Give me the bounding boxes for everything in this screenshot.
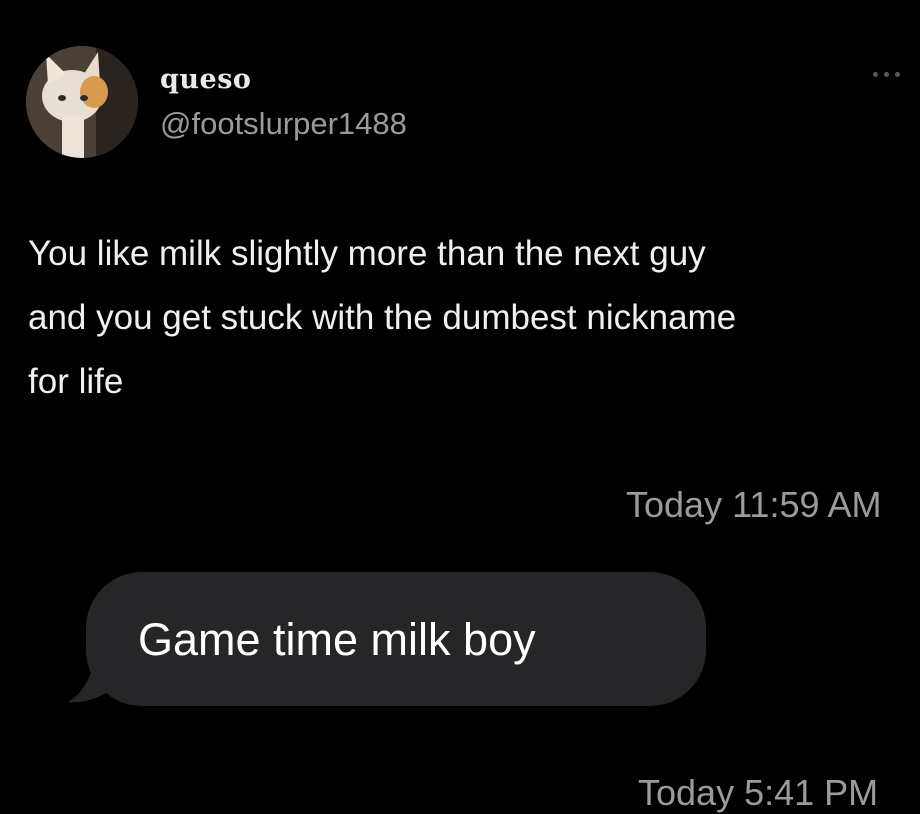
avatar[interactable]	[26, 46, 138, 158]
display-name[interactable]: queso	[160, 64, 251, 95]
message-bubble[interactable]: Game time milk boy	[86, 572, 706, 706]
more-dots-icon	[873, 71, 878, 77]
message-timestamp: Today 11:59 AM	[626, 484, 882, 525]
message-timestamp: Today 5:41 PM	[638, 772, 879, 813]
message-text: Game time milk boy	[138, 614, 536, 665]
tweet-text: You like milk slightly more than the nex…	[28, 234, 737, 401]
tweet-header: queso @footslurper1488	[26, 44, 906, 164]
more-dots-icon	[895, 71, 900, 77]
more-options-button[interactable]	[862, 64, 900, 84]
cat-avatar-image	[26, 46, 138, 158]
user-handle[interactable]: @footslurper1488	[160, 106, 407, 142]
more-dots-icon	[884, 71, 889, 77]
